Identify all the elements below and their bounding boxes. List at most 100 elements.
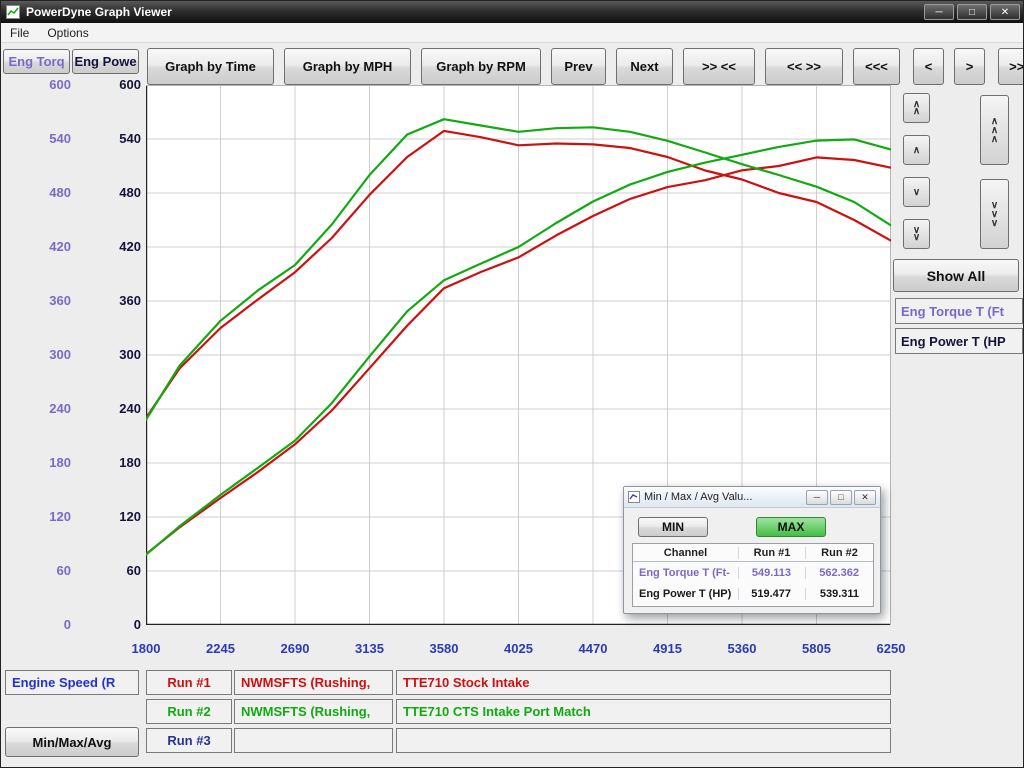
run1-label-field[interactable]: Run #1 [146, 670, 232, 695]
power-axis-ticks: 060120180240300360420480540600 [91, 85, 141, 625]
minmax-cell-run2-value: 539.311 [806, 588, 873, 600]
x-tick-label: 5805 [795, 641, 839, 656]
minmax-window: Min / Max / Avg Valu... ─ □ ✕ MIN MAX Ch… [623, 486, 881, 614]
menu-item-file[interactable]: File [1, 24, 38, 42]
minmax-close-button[interactable]: ✕ [854, 490, 876, 505]
y-tick-label: 360 [21, 293, 71, 308]
minmax-table-header: Channel Run #1 Run #2 [633, 544, 873, 562]
minimize-button[interactable]: ─ [924, 4, 954, 20]
minmax-cell-channel: Eng Torque T (Ft- [633, 567, 739, 579]
x-tick-label: 3135 [348, 641, 392, 656]
minmax-table: Channel Run #1 Run #2 Eng Torque T (Ft- … [632, 543, 874, 607]
pan-up-button[interactable]: ∧ ∧ ∧ [980, 95, 1009, 165]
y-tick-label: 60 [91, 563, 141, 578]
minmax-row-torque: Eng Torque T (Ft- 549.113 562.362 [633, 562, 873, 583]
run3-label-field[interactable]: Run #3 [146, 728, 232, 753]
run3-description-field[interactable] [396, 728, 891, 753]
pan-down-button[interactable]: ∨ ∨ ∨ [980, 179, 1009, 249]
x-tick-label: 5360 [720, 641, 764, 656]
minmax-cell-run1-value: 519.477 [739, 588, 806, 600]
y-tick-label: 240 [21, 401, 71, 416]
show-all-button[interactable]: Show All [893, 259, 1019, 292]
x-tick-label: 1800 [124, 641, 168, 656]
maximize-button[interactable]: □ [957, 4, 987, 20]
pan-left-button[interactable]: < [913, 48, 944, 85]
y-tick-label: 540 [21, 131, 71, 146]
minmax-restore-button[interactable]: □ [830, 490, 852, 505]
run1-operator-field[interactable]: NWMSFTS (Rushing, [234, 670, 393, 695]
pan-right-button[interactable]: > [954, 48, 985, 85]
y-tick-label: 600 [21, 77, 71, 92]
menu-item-options[interactable]: Options [38, 24, 97, 42]
spin-up-button[interactable]: ∧ [903, 135, 930, 165]
next-button[interactable]: Next [616, 48, 673, 85]
zoom-out-button[interactable]: << >> [765, 48, 843, 85]
minmax-cell-channel: Eng Power T (HP) [633, 588, 739, 600]
min-toggle-button[interactable]: MIN [638, 517, 708, 537]
minmax-row-power: Eng Power T (HP) 519.477 539.311 [633, 583, 873, 604]
rpm-axis-ticks: 1800224526903135358040254470491553605805… [146, 641, 891, 657]
y-tick-label: 540 [91, 131, 141, 146]
y-tick-label: 360 [91, 293, 141, 308]
x-tick-label: 3580 [422, 641, 466, 656]
x-tick-label: 4025 [497, 641, 541, 656]
x-channel-field[interactable]: Engine Speed (R [5, 670, 139, 695]
y-tick-label: 600 [91, 77, 141, 92]
minmax-window-titlebar[interactable]: Min / Max / Avg Valu... ─ □ ✕ [624, 487, 880, 508]
legend-eng-torque[interactable]: Eng Torque T (Ft [895, 298, 1023, 324]
menu-bar: File Options [1, 23, 1024, 43]
minmax-minimize-button[interactable]: ─ [806, 490, 828, 505]
app-icon [6, 5, 20, 19]
torque-axis-ticks: 060120180240300360420480540600 [21, 85, 71, 625]
y-tick-label: 180 [91, 455, 141, 470]
spin-up-double-button[interactable]: ∧ ∧ [903, 93, 930, 123]
y-tick-label: 420 [91, 239, 141, 254]
pan-far-right-button[interactable]: >>> [998, 48, 1024, 85]
x-tick-label: 2245 [199, 641, 243, 656]
legend-eng-power[interactable]: Eng Power T (HP [895, 328, 1023, 354]
y-tick-label: 480 [91, 185, 141, 200]
y-tick-label: 120 [91, 509, 141, 524]
minmax-window-icon [628, 491, 640, 503]
y-tick-label: 480 [21, 185, 71, 200]
minmax-col-channel: Channel [633, 547, 739, 559]
y-tick-label: 300 [21, 347, 71, 362]
window-title: PowerDyne Graph Viewer [26, 5, 172, 19]
spin-down-double-button[interactable]: ∨ ∨ [903, 219, 930, 249]
y-tick-label: 120 [21, 509, 71, 524]
minmax-avg-button[interactable]: Min/Max/Avg [5, 727, 139, 757]
y-tick-label: 0 [21, 617, 71, 632]
x-tick-label: 4915 [646, 641, 690, 656]
minmax-window-title: Min / Max / Avg Valu... [644, 491, 752, 503]
app-window: PowerDyne Graph Viewer ─ □ ✕ File Option… [0, 0, 1024, 768]
tab-eng-power[interactable]: Eng Powe [72, 49, 139, 74]
minmax-col-run1: Run #1 [739, 547, 806, 559]
graph-by-time-button[interactable]: Graph by Time [147, 48, 274, 85]
zoom-in-button[interactable]: >> << [683, 48, 755, 85]
y-tick-label: 60 [21, 563, 71, 578]
max-toggle-button[interactable]: MAX [756, 517, 826, 537]
tab-eng-torque[interactable]: Eng Torq [3, 49, 70, 74]
x-tick-label: 4470 [571, 641, 615, 656]
y-tick-label: 180 [21, 455, 71, 470]
y-tick-label: 420 [21, 239, 71, 254]
run2-description-field[interactable]: TTE710 CTS Intake Port Match [396, 699, 891, 724]
y-tick-label: 240 [91, 401, 141, 416]
minmax-col-run2: Run #2 [806, 547, 873, 559]
window-titlebar: PowerDyne Graph Viewer ─ □ ✕ [1, 1, 1024, 23]
prev-button[interactable]: Prev [551, 48, 606, 85]
minmax-cell-run2-value: 562.362 [806, 567, 873, 579]
run2-operator-field[interactable]: NWMSFTS (Rushing, [234, 699, 393, 724]
run2-label-field[interactable]: Run #2 [146, 699, 232, 724]
y-tick-label: 0 [91, 617, 141, 632]
close-button[interactable]: ✕ [990, 4, 1020, 20]
pan-far-left-button[interactable]: <<< [853, 48, 900, 85]
x-tick-label: 2690 [273, 641, 317, 656]
y-tick-label: 300 [91, 347, 141, 362]
run3-operator-field[interactable] [234, 728, 393, 753]
graph-by-mph-button[interactable]: Graph by MPH [284, 48, 411, 85]
graph-by-rpm-button[interactable]: Graph by RPM [421, 48, 541, 85]
spin-down-button[interactable]: ∨ [903, 177, 930, 207]
run1-description-field[interactable]: TTE710 Stock Intake [396, 670, 891, 695]
minmax-cell-run1-value: 549.113 [739, 567, 806, 579]
